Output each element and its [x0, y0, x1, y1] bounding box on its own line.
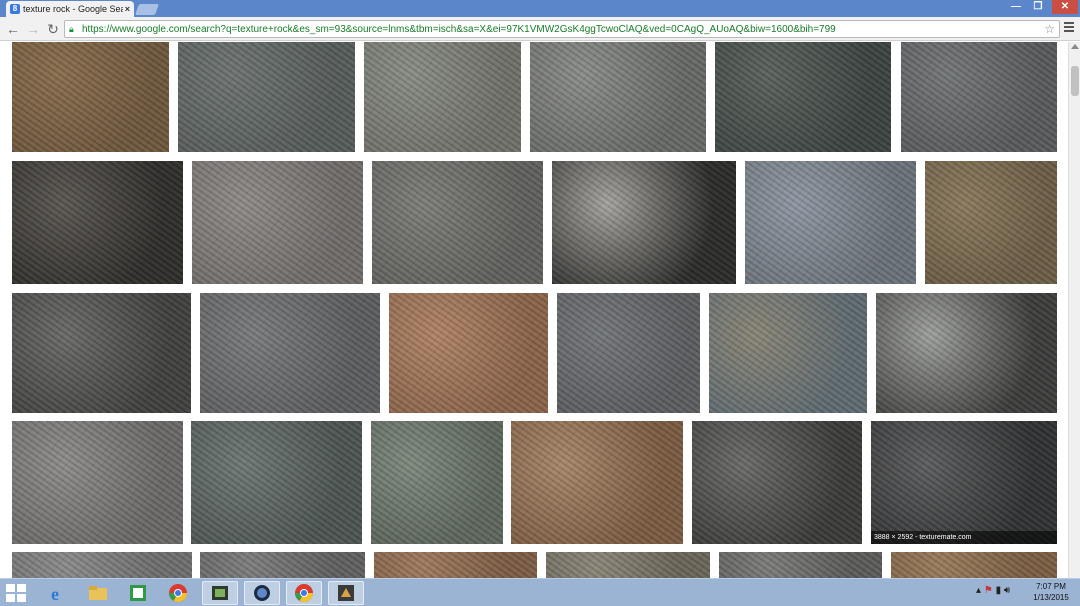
tab-title: texture rock - Google Sea — [23, 4, 123, 14]
image-result-thumbnail[interactable] — [389, 293, 548, 413]
image-result-thumbnail[interactable] — [371, 421, 503, 544]
image-result-thumbnail[interactable] — [692, 421, 862, 544]
system-tray[interactable]: ▴ ⚑ ▮ 🔊︎ — [976, 585, 1010, 596]
image-result-thumbnail[interactable] — [715, 42, 891, 152]
clock-date: 1/13/2015 — [1033, 593, 1069, 602]
browser-toolbar: ← → ↻ 🔒︎ https://www.google.com/search?q… — [0, 17, 1080, 41]
start-button[interactable] — [4, 583, 28, 603]
image-result-thumbnail[interactable]: 3888 × 2592 - texturemate.com — [871, 421, 1057, 544]
google-favicon-icon: 8 — [10, 4, 20, 14]
image-result-thumbnail[interactable] — [12, 293, 191, 413]
taskbar-clock[interactable]: 7:07 PM 1/13/2015 — [1026, 581, 1076, 603]
minimize-button[interactable]: — — [1006, 0, 1026, 14]
new-tab-button[interactable] — [134, 4, 160, 15]
image-result-thumbnail[interactable] — [12, 552, 192, 578]
scrollbar-thumb[interactable] — [1071, 66, 1079, 96]
image-result-thumbnail[interactable] — [12, 42, 169, 152]
network-icon[interactable]: ▮ — [996, 585, 1002, 596]
internet-explorer-icon[interactable]: e — [40, 581, 76, 605]
tab-close-button[interactable]: × — [123, 4, 130, 14]
lock-icon: 🔒︎ — [69, 24, 74, 34]
image-result-thumbnail[interactable] — [12, 161, 183, 284]
title-bar: 8 texture rock - Google Sea × — ❐ ✕ — [0, 0, 1080, 17]
star-icon[interactable]: ☆ — [1044, 22, 1055, 36]
back-arrow-icon[interactable]: ← — [4, 20, 22, 38]
volume-icon[interactable]: 🔊︎ — [1004, 585, 1010, 596]
image-result-thumbnail[interactable] — [364, 42, 521, 152]
image-result-thumbnail[interactable] — [178, 42, 355, 152]
image-result-thumbnail[interactable] — [745, 161, 916, 284]
image-result-thumbnail[interactable] — [557, 293, 700, 413]
image-results-grid: 3888 × 2592 - texturemate.com — [0, 42, 1068, 578]
image-result-thumbnail[interactable] — [552, 161, 736, 284]
calculator-icon[interactable] — [120, 581, 156, 605]
image-size-caption: 3888 × 2592 - texturemate.com — [871, 531, 1057, 544]
maximize-button[interactable]: ❐ — [1028, 0, 1048, 14]
image-result-thumbnail[interactable] — [901, 42, 1057, 152]
vertical-scrollbar[interactable] — [1068, 42, 1080, 578]
svg-text:e: e — [51, 584, 59, 603]
windows-taskbar: e ▴ ⚑ ▮ 🔊︎ 7:07 PM 1/13/2015 — [0, 578, 1080, 606]
chrome-icon[interactable] — [160, 581, 196, 605]
image-result-thumbnail[interactable] — [511, 421, 683, 544]
image-result-thumbnail[interactable] — [374, 552, 537, 578]
url-text[interactable]: https://www.google.com/search?q=texture+… — [82, 24, 1059, 35]
media-icon[interactable] — [202, 581, 238, 605]
image-result-thumbnail[interactable] — [192, 161, 363, 284]
image-result-thumbnail[interactable] — [200, 552, 365, 578]
image-result-thumbnail[interactable] — [719, 552, 882, 578]
image-result-thumbnail[interactable] — [709, 293, 867, 413]
file-explorer-icon[interactable] — [80, 581, 116, 605]
close-window-button[interactable]: ✕ — [1052, 0, 1078, 14]
forward-arrow-icon[interactable]: → — [24, 20, 42, 38]
image-result-thumbnail[interactable] — [12, 421, 183, 544]
address-bar[interactable]: 🔒︎ https://www.google.com/search?q=textu… — [64, 20, 1060, 38]
image-result-thumbnail[interactable] — [200, 293, 380, 413]
image-result-thumbnail[interactable] — [372, 161, 543, 284]
chevron-up-icon[interactable]: ▴ — [976, 585, 981, 596]
chrome-icon[interactable] — [286, 581, 322, 605]
flag-icon[interactable]: ⚑ — [984, 585, 993, 596]
browser-tab[interactable]: 8 texture rock - Google Sea × — [6, 1, 134, 17]
app-icon[interactable] — [328, 581, 364, 605]
image-result-thumbnail[interactable] — [925, 161, 1057, 284]
cinema4d-icon[interactable] — [244, 581, 280, 605]
menu-icon[interactable] — [1062, 20, 1076, 36]
image-result-thumbnail[interactable] — [876, 293, 1057, 413]
image-result-thumbnail[interactable] — [891, 552, 1057, 578]
reload-icon[interactable]: ↻ — [44, 20, 62, 38]
image-result-thumbnail[interactable] — [191, 421, 362, 544]
scroll-up-arrow-icon[interactable] — [1071, 44, 1079, 49]
image-result-thumbnail[interactable] — [546, 552, 710, 578]
image-result-thumbnail[interactable] — [530, 42, 706, 152]
clock-time: 7:07 PM — [1036, 582, 1066, 591]
